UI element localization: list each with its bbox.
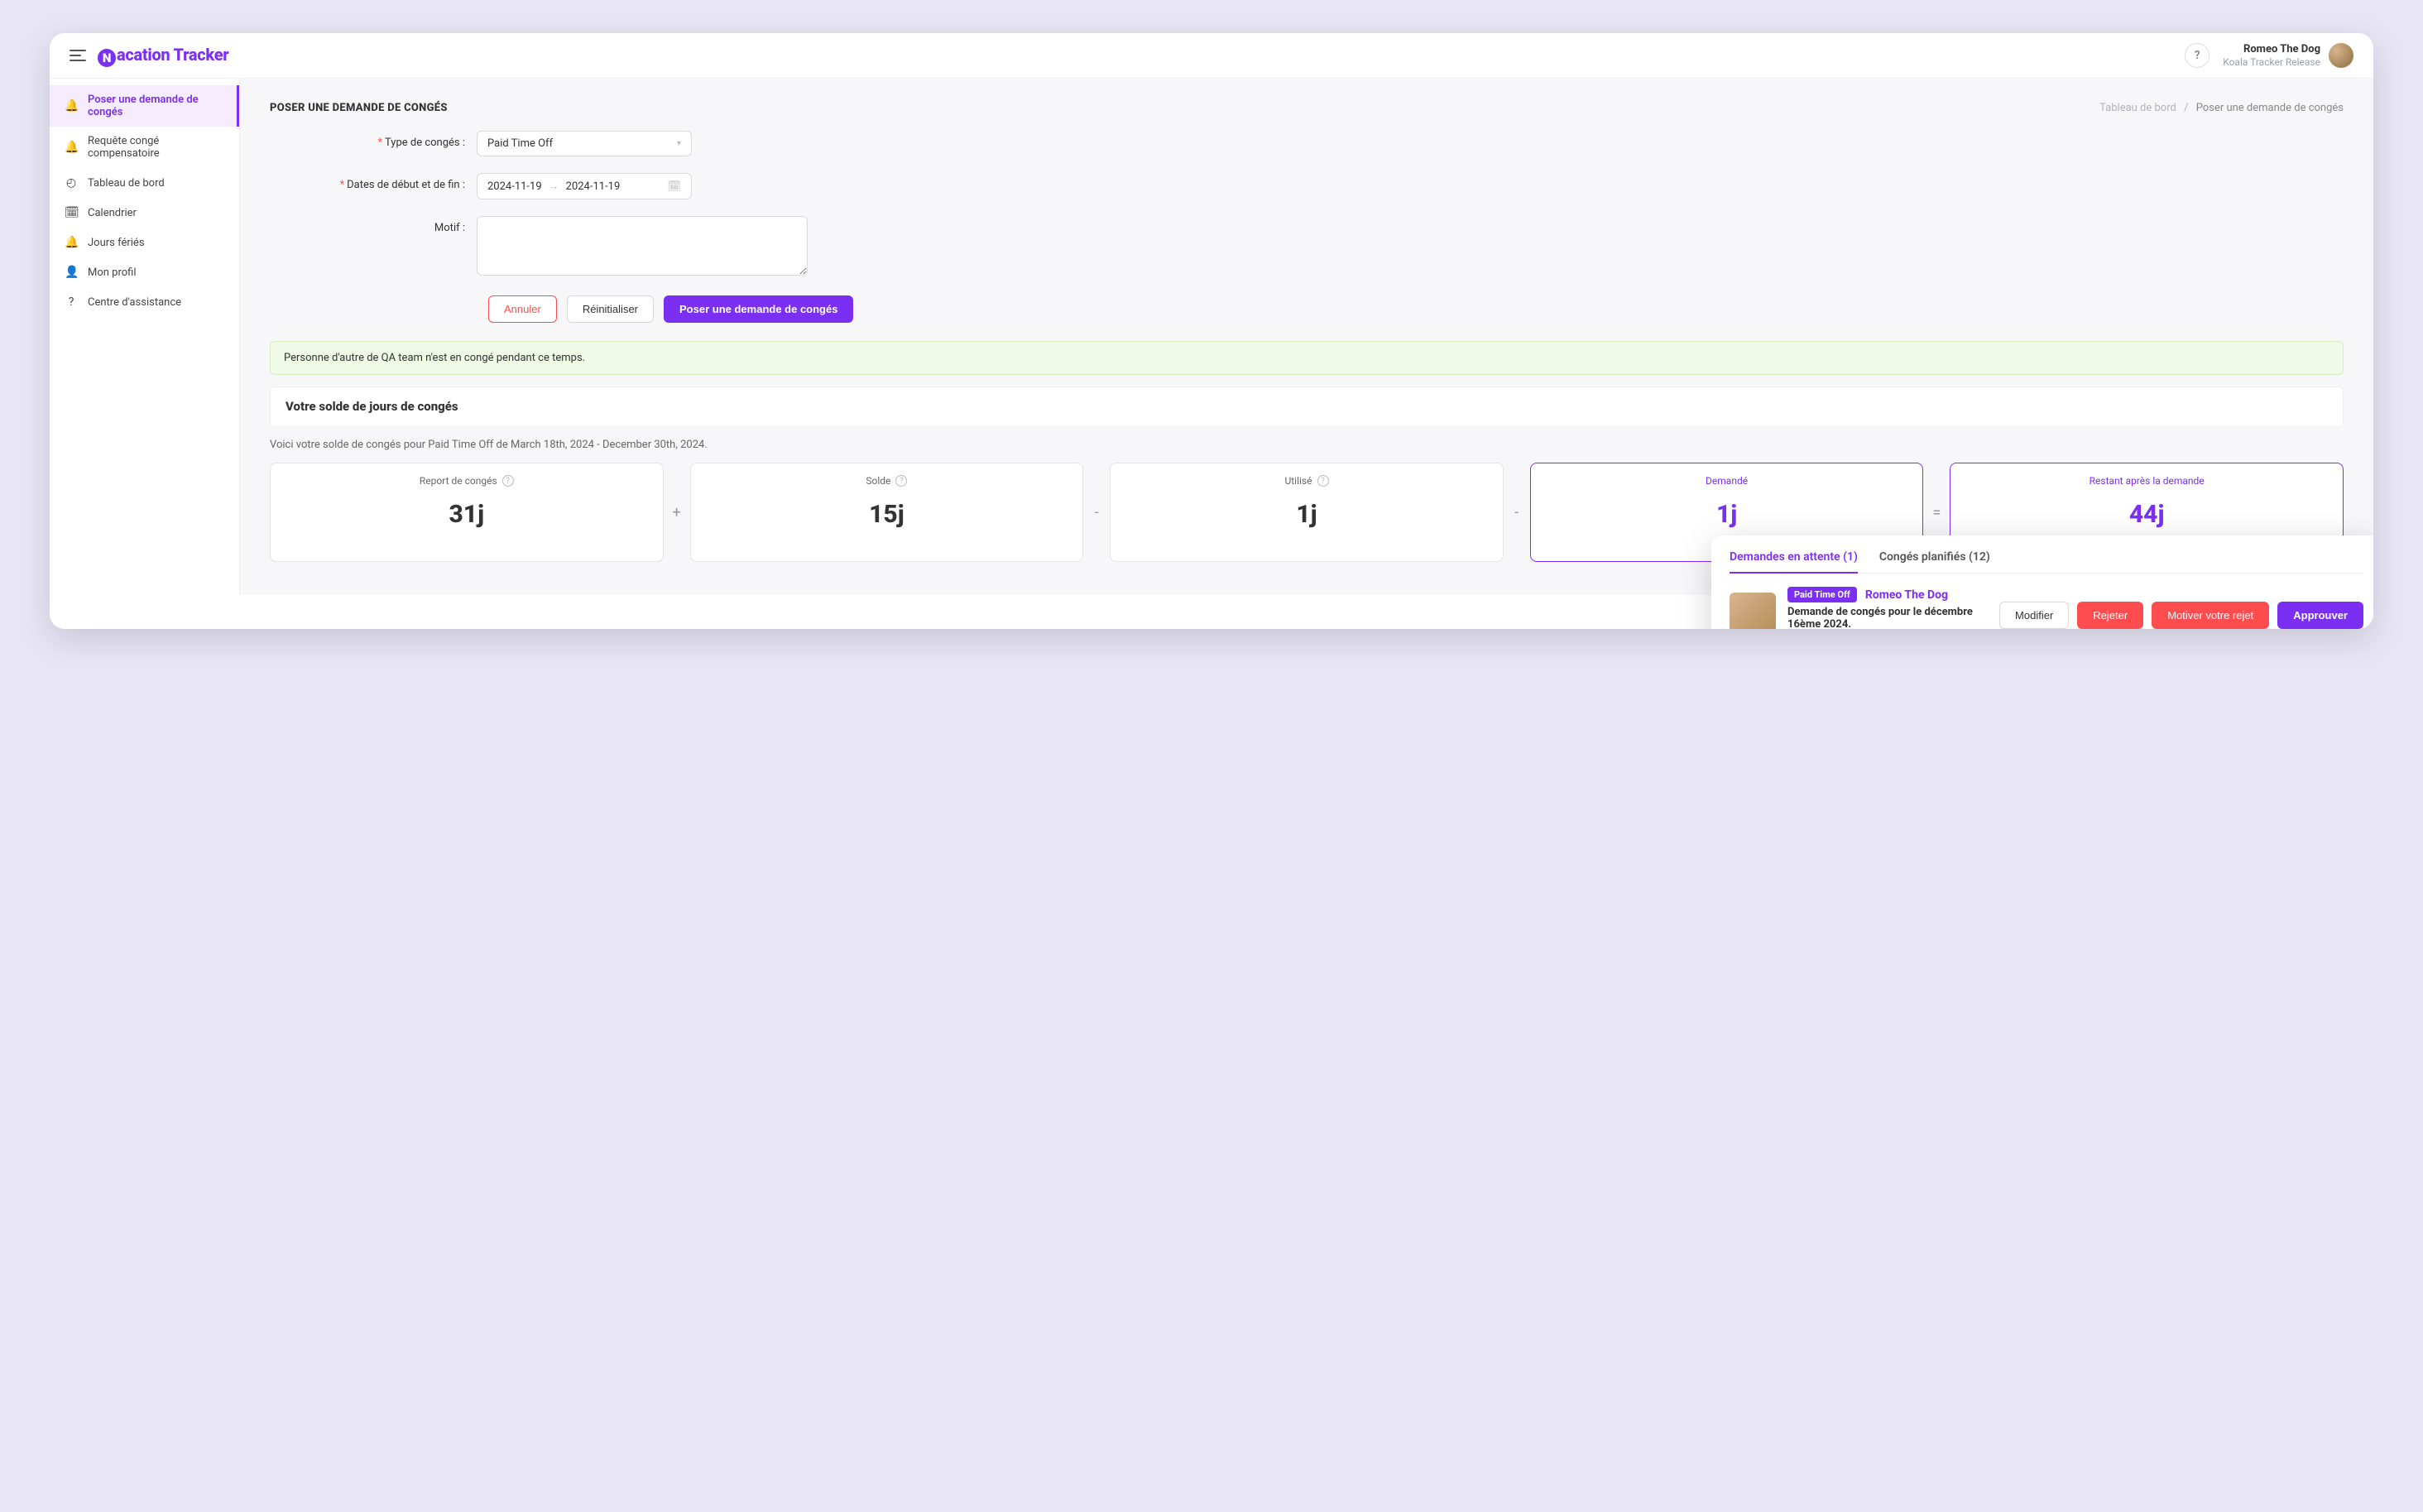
card-label: Utilisé [1284,475,1312,487]
logo-text: acation Tracker [117,45,228,65]
label-dates: Dates de début et de fin : [347,179,465,191]
sidebar-item-label: Centre d'assistance [88,296,181,309]
calendar-icon: 🗓 [65,206,78,219]
requester-name[interactable]: Romeo The Dog [1865,588,1948,602]
card-value: 31j [277,500,656,529]
card-label: Solde [866,475,890,487]
bell-icon: 🔔 [65,99,78,113]
date-start: 2024-11-19 [487,180,542,193]
leave-type-select[interactable]: Paid Time Off ▾ [477,131,692,156]
tab-pending[interactable]: Demandes en attente (1) [1730,550,1858,574]
header: Nacation Tracker ? Romeo The Dog Koala T… [50,33,2373,79]
card-value: 44j [1957,500,2336,529]
date-range-input[interactable]: 2024-11-19 → 2024-11-19 🗓 [477,173,692,199]
requester-avatar [1730,593,1776,630]
card-label: Report de congés [420,475,497,487]
leave-type-badge: Paid Time Off [1787,587,1857,602]
arrow-right-icon: → [549,180,559,193]
info-icon[interactable]: ? [895,475,907,487]
sidebar-item-profile[interactable]: 👤 Mon profil [50,257,239,287]
request-row: Paid Time Off Romeo The Dog Demande de c… [1730,587,2363,629]
pending-requests-panel: Demandes en attente (1) Congés planifiés… [1711,535,2373,629]
sidebar-item-label: Requête congé compensatoire [88,135,222,160]
reset-button[interactable]: Réinitialiser [567,295,654,323]
user-icon: 👤 [65,266,78,279]
sidebar-item-label: Jours fériés [88,237,145,249]
question-icon: ? [65,295,78,309]
date-end: 2024-11-19 [566,180,621,193]
approve-button[interactable]: Approuver [2277,602,2363,629]
info-icon[interactable]: ? [1317,475,1329,487]
operator-equals: = [1931,504,1941,521]
sidebar-item-label: Tableau de bord [88,177,165,190]
help-button[interactable]: ? [2185,43,2209,68]
page-title: POSER UNE DEMANDE DE CONGÉS [270,102,448,114]
sidebar: 🔔 Poser une demande de congés 🔔 Requête … [50,79,240,595]
menu-toggle-icon[interactable] [70,47,86,64]
sidebar-item-label: Calendrier [88,207,137,219]
leave-type-value: Paid Time Off [487,137,553,150]
bell-icon: 🔔 [65,141,78,154]
cancel-button[interactable]: Annuler [488,295,557,323]
sidebar-item-holidays[interactable]: 🔔 Jours fériés [50,228,239,257]
logo-mark: N [98,49,116,67]
modify-button[interactable]: Modifier [1999,602,2069,629]
operator-plus: + [672,504,682,521]
logo: Nacation Tracker [98,45,228,67]
sidebar-item-dashboard[interactable]: ◴ Tableau de bord [50,168,239,198]
chevron-down-icon: ▾ [677,139,681,148]
leave-form: *Type de congés : Paid Time Off ▾ *Dates… [270,131,1031,323]
bell-icon: 🔔 [65,236,78,249]
sidebar-item-request-leave[interactable]: 🔔 Poser une demande de congés [50,85,239,127]
breadcrumb-root[interactable]: Tableau de bord [2099,102,2176,114]
clock-icon: ◴ [65,176,78,190]
operator-minus: - [1512,504,1522,521]
reject-button[interactable]: Rejeter [2077,602,2143,629]
motif-textarea[interactable] [477,216,808,276]
sidebar-item-label: Poser une demande de congés [88,94,222,118]
operator-minus: - [1092,504,1101,521]
sidebar-item-label: Mon profil [88,266,137,279]
label-leave-type: Type de congés : [385,137,465,149]
team-availability-notice: Personne d'autre de QA team n'est en con… [270,341,2344,375]
submit-button[interactable]: Poser une demande de congés [664,295,853,323]
request-description: Demande de congés pour le décembre 16ème… [1787,606,1988,629]
balance-intro: Voici votre solde de congés pour Paid Ti… [270,439,2344,451]
calendar-icon: 🗓 [667,180,681,193]
card-carryover: Report de congés? 31j [270,463,664,562]
card-label: Demandé [1706,475,1748,487]
avatar [2329,43,2353,68]
user-org: Koala Tracker Release [2223,56,2320,68]
card-used: Utilisé? 1j [1110,463,1504,562]
sidebar-item-comp-request[interactable]: 🔔 Requête congé compensatoire [50,127,239,168]
label-motif: Motif : [434,222,465,234]
sidebar-item-help[interactable]: ? Centre d'assistance [50,287,239,317]
main-content: POSER UNE DEMANDE DE CONGÉS Tableau de b… [240,79,2373,595]
info-icon[interactable]: ? [502,475,514,487]
card-value: 1j [1117,500,1496,529]
breadcrumb: Tableau de bord / Poser une demande de c… [2099,102,2344,114]
card-label: Restant après la demande [2090,475,2205,487]
user-menu[interactable]: Romeo The Dog Koala Tracker Release [2223,43,2353,68]
app-window: Nacation Tracker ? Romeo The Dog Koala T… [50,33,2373,629]
card-balance: Solde? 15j [690,463,1084,562]
balance-section-title: Votre solde de jours de congés [270,386,2344,425]
card-value: 15j [698,500,1077,529]
card-value: 1j [1538,500,1917,529]
breadcrumb-current: Poser une demande de congés [2196,102,2344,114]
user-name: Romeo The Dog [2223,43,2320,56]
motivate-reject-button[interactable]: Motiver votre rejet [2152,602,2269,629]
sidebar-item-calendar[interactable]: 🗓 Calendrier [50,198,239,228]
tab-planned[interactable]: Congés planifiés (12) [1879,550,1990,573]
